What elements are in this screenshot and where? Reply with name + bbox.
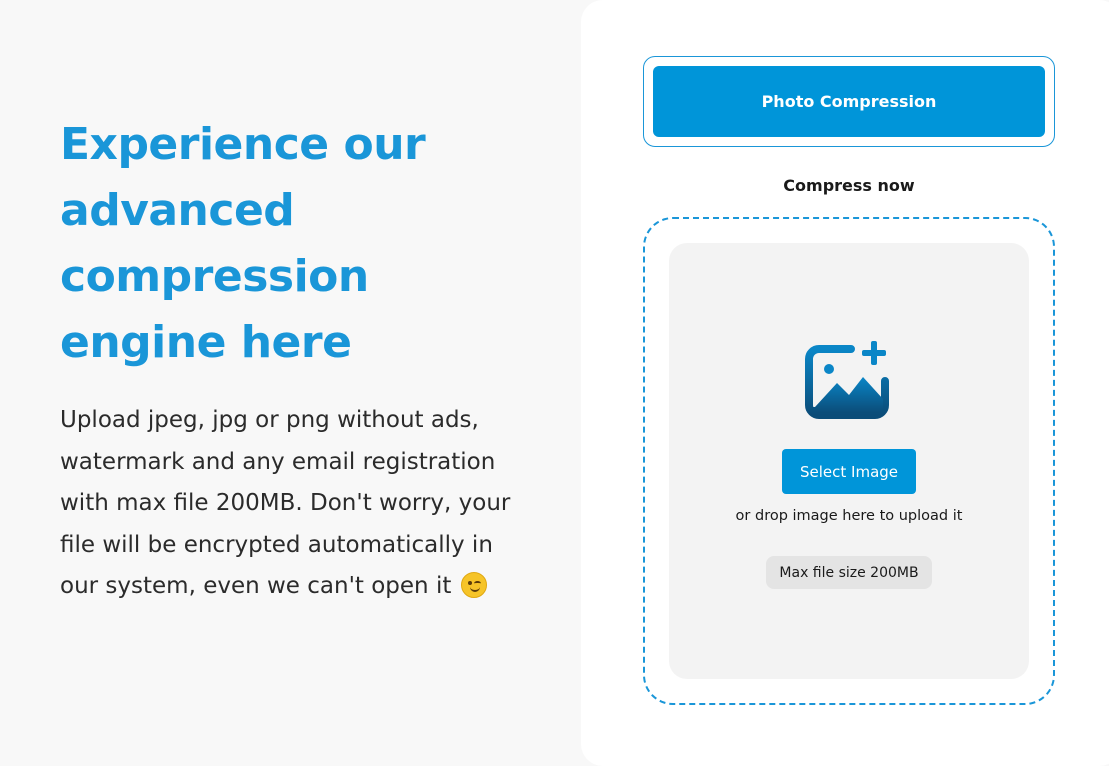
- dropzone-inner: Select Image or drop image here to uploa…: [669, 243, 1029, 679]
- compression-tab-group: Photo Compression: [643, 56, 1055, 147]
- select-image-button[interactable]: Select Image: [782, 449, 916, 494]
- winking-face-icon: [460, 572, 487, 598]
- max-file-size-badge: Max file size 200MB: [766, 556, 932, 589]
- drop-hint-text: or drop image here to upload it: [735, 508, 963, 524]
- page: Experience our advanced compression engi…: [0, 0, 1109, 766]
- compression-card: Photo Compression Compress now Select Im…: [581, 0, 1109, 766]
- hero-description-text: Upload jpeg, jpg or png without ads, wat…: [60, 407, 511, 599]
- photo-compression-tab[interactable]: Photo Compression: [653, 66, 1045, 137]
- image-add-icon: [805, 341, 889, 419]
- compress-now-heading: Compress now: [783, 176, 915, 195]
- hero-section: Experience our advanced compression engi…: [60, 112, 530, 608]
- hero-description: Upload jpeg, jpg or png without ads, wat…: [60, 400, 530, 608]
- upload-dropzone[interactable]: Select Image or drop image here to uploa…: [643, 217, 1055, 705]
- hero-title: Experience our advanced compression engi…: [60, 119, 426, 368]
